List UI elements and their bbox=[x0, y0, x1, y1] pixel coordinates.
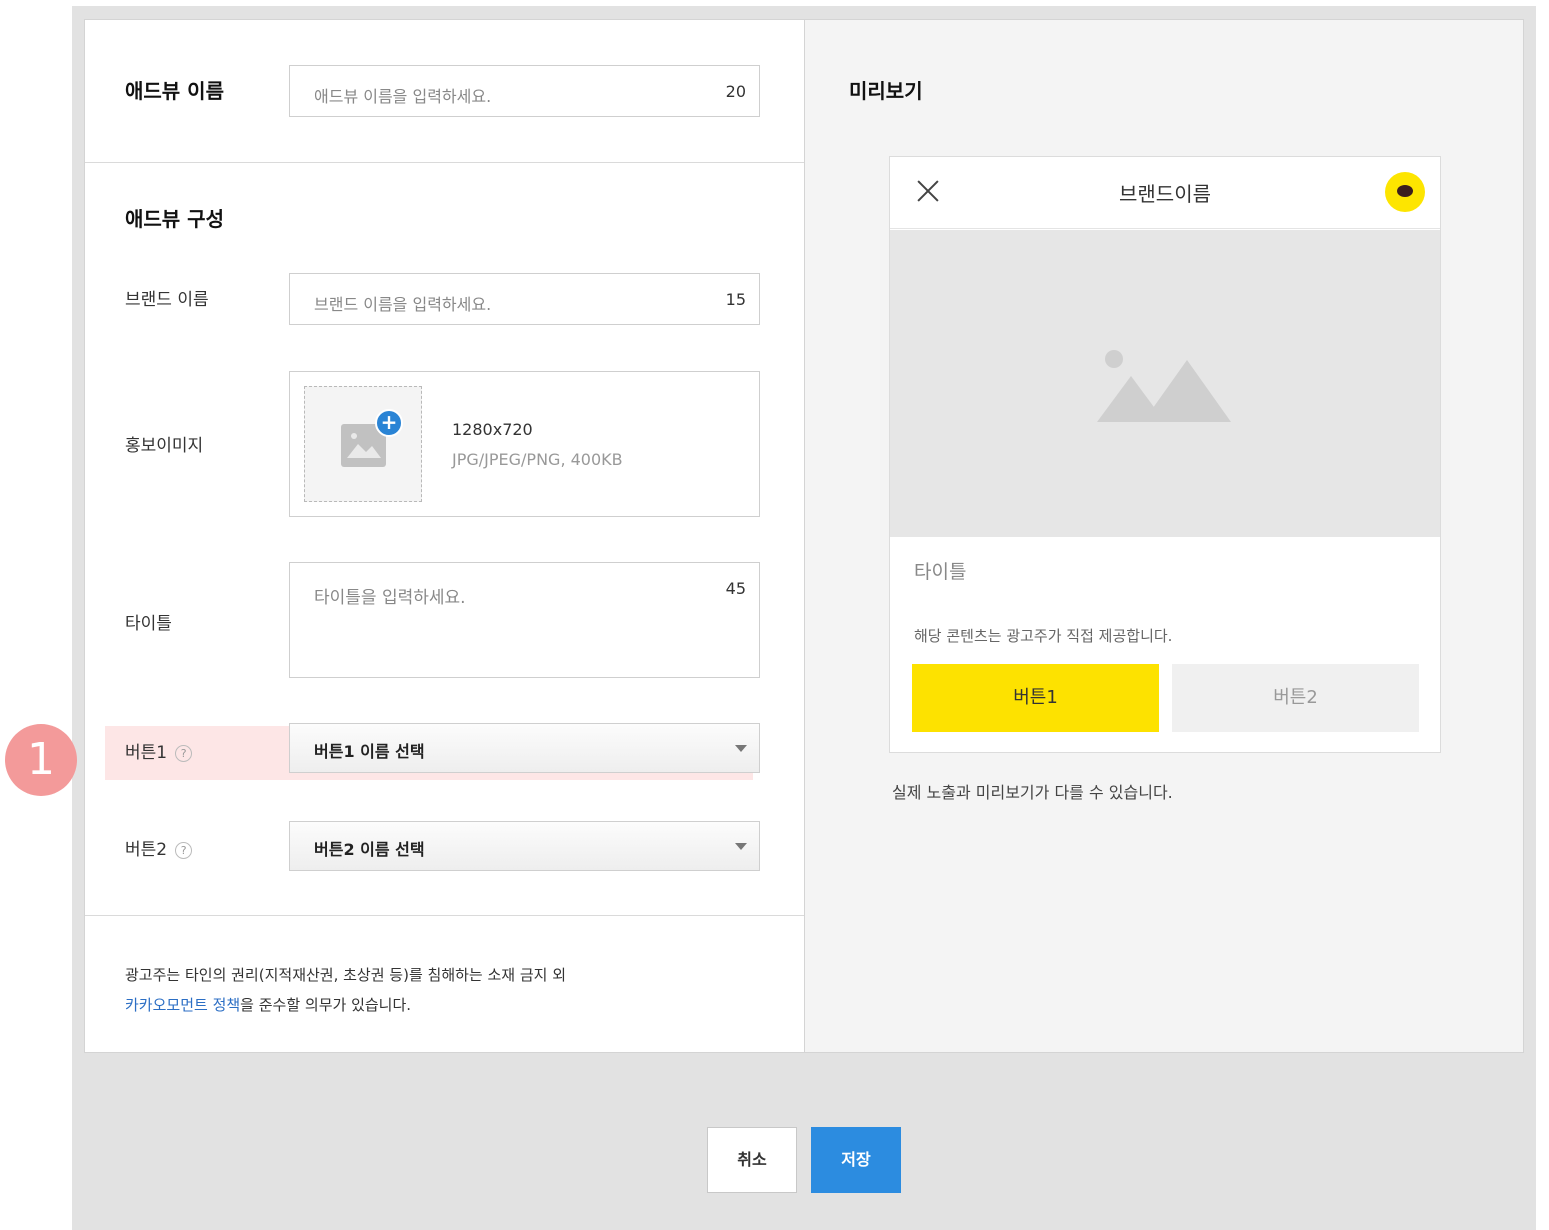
section-divider bbox=[85, 915, 804, 916]
preview-note: 실제 노출과 미리보기가 다를 수 있습니다. bbox=[892, 783, 1173, 802]
help-icon[interactable]: ? bbox=[175, 841, 193, 859]
brand-name-input[interactable]: 브랜드 이름을 입력하세요. 15 bbox=[289, 273, 760, 325]
preview-button1: 버튼1 bbox=[912, 664, 1159, 732]
image-formats: JPG/JPEG/PNG, 400KB bbox=[452, 450, 623, 469]
title-char-count: 45 bbox=[725, 579, 746, 598]
section-divider bbox=[85, 162, 804, 163]
composition-title: 애드뷰 구성 bbox=[125, 207, 224, 231]
button1-name-select[interactable]: 버튼1 이름 선택 bbox=[289, 723, 760, 773]
title-label: 타이틀 bbox=[125, 614, 172, 634]
preview-header: 브랜드이름 bbox=[890, 157, 1440, 229]
policy-notice-line2: 카카오모먼트 정책을 준수할 의무가 있습니다. bbox=[125, 990, 566, 1020]
chevron-down-icon bbox=[735, 745, 747, 752]
brand-name-label: 브랜드 이름 bbox=[125, 290, 209, 310]
button2-label-text: 버튼2 bbox=[125, 840, 168, 860]
add-image-icon[interactable]: + bbox=[375, 409, 403, 437]
preview-image-area bbox=[890, 230, 1440, 537]
preview-panel: 미리보기 브랜드이름 타이틀 해당 콘텐츠는 광고주가 직접 제공합니다. 버튼… bbox=[805, 20, 1523, 1052]
policy-notice-line1: 광고주는 타인의 권리(지적재산권, 초상권 등)를 침해하는 소재 금지 외 bbox=[125, 966, 567, 984]
save-button[interactable]: 저장 bbox=[811, 1127, 901, 1193]
step-number-badge: 1 bbox=[5, 724, 77, 796]
adview-name-char-count: 20 bbox=[725, 82, 746, 101]
button2-select-value: 버튼2 이름 선택 bbox=[314, 840, 425, 859]
brand-name-char-count: 15 bbox=[725, 290, 746, 309]
preview-brand-name: 브랜드이름 bbox=[1119, 182, 1211, 206]
chevron-down-icon bbox=[735, 843, 747, 850]
button1-label-text: 버튼1 bbox=[125, 743, 168, 763]
button1-label: 버튼1? bbox=[125, 738, 193, 763]
adview-editor-card: 애드뷰 이름 애드뷰 이름을 입력하세요. 20 애드뷰 구성 브랜드 이름 브… bbox=[84, 19, 1524, 1053]
button2-label: 버튼2? bbox=[125, 835, 193, 860]
brand-name-placeholder: 브랜드 이름을 입력하세요. bbox=[314, 295, 492, 314]
title-placeholder: 타이틀을 입력하세요. bbox=[314, 588, 466, 608]
kakaotalk-icon bbox=[1385, 172, 1425, 212]
policy-notice-rest: 을 준수할 의무가 있습니다. bbox=[240, 996, 412, 1014]
button1-select-value: 버튼1 이름 선택 bbox=[314, 742, 425, 761]
adview-name-placeholder: 애드뷰 이름을 입력하세요. bbox=[314, 87, 492, 106]
preview-button2: 버튼2 bbox=[1172, 664, 1419, 732]
image-upload-button[interactable]: + bbox=[304, 386, 422, 502]
preview-description: 해당 콘텐츠는 광고주가 직접 제공합니다. bbox=[914, 627, 1173, 645]
policy-link[interactable]: 카카오모먼트 정책 bbox=[125, 996, 240, 1014]
adview-name-input[interactable]: 애드뷰 이름을 입력하세요. 20 bbox=[289, 65, 760, 117]
promo-image-uploader: + 1280x720 JPG/JPEG/PNG, 400KB bbox=[289, 371, 760, 517]
preview-card: 브랜드이름 타이틀 해당 콘텐츠는 광고주가 직접 제공합니다. 버튼1 버튼2 bbox=[889, 156, 1441, 753]
image-resolution: 1280x720 bbox=[452, 420, 533, 439]
adview-name-label: 애드뷰 이름 bbox=[125, 79, 224, 103]
title-textarea[interactable]: 타이틀을 입력하세요. 45 bbox=[289, 562, 760, 678]
button2-name-select[interactable]: 버튼2 이름 선택 bbox=[289, 821, 760, 871]
promo-image-label: 홍보이미지 bbox=[125, 436, 204, 456]
policy-notice: 광고주는 타인의 권리(지적재산권, 초상권 등)를 침해하는 소재 금지 외 … bbox=[125, 960, 566, 1020]
help-icon[interactable]: ? bbox=[175, 744, 193, 762]
preview-title: 미리보기 bbox=[849, 79, 923, 103]
image-placeholder-icon bbox=[1095, 346, 1235, 426]
form-panel: 애드뷰 이름 애드뷰 이름을 입력하세요. 20 애드뷰 구성 브랜드 이름 브… bbox=[85, 20, 805, 1052]
cancel-button[interactable]: 취소 bbox=[707, 1127, 797, 1193]
preview-content-title: 타이틀 bbox=[914, 561, 967, 583]
